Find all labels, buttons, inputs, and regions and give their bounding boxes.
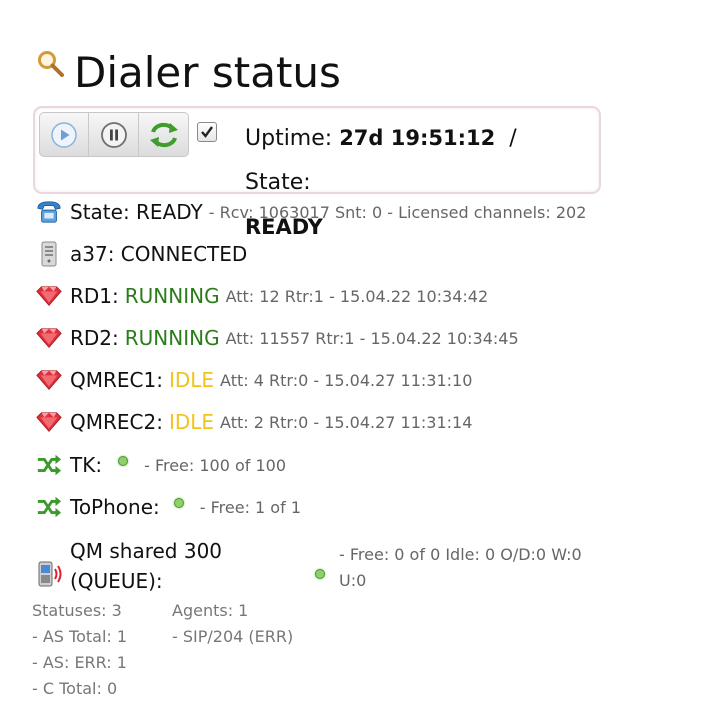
telephone-icon bbox=[37, 201, 61, 223]
uptime-value: 27d 19:51:12 bbox=[339, 126, 496, 150]
pause-button[interactable] bbox=[89, 112, 139, 157]
status-row-rd2: RD2: RUNNING Att: 11557 Rtr:1 - 15.04.22… bbox=[36, 325, 519, 351]
status-row-qmrec2: QMREC2: IDLE Att: 2 Rtr:0 - 15.04.27 11:… bbox=[36, 409, 472, 435]
rd2-status: RUNNING bbox=[124, 326, 220, 350]
ruby-gem-icon bbox=[36, 286, 62, 306]
qmrec1-status: IDLE bbox=[168, 368, 215, 392]
status-row-rd1: RD1: RUNNING Att: 12 Rtr:1 - 15.04.22 10… bbox=[36, 283, 488, 309]
mobile-ringing-icon bbox=[38, 561, 62, 587]
qmrec2-name: QMREC2: bbox=[70, 410, 163, 434]
qmrec1-name: QMREC1: bbox=[70, 368, 163, 392]
tophone-name: ToPhone: bbox=[70, 495, 160, 519]
auto-refresh-checkbox[interactable] bbox=[197, 122, 217, 142]
tk-detail: - Free: 100 of 100 bbox=[144, 455, 287, 475]
page-header: Dialer status bbox=[36, 44, 341, 100]
refresh-button[interactable] bbox=[139, 112, 189, 157]
rd1-status: RUNNING bbox=[124, 284, 220, 308]
page-title: Dialer status bbox=[74, 47, 341, 97]
agents-summary: Agents: 1 - SIP/204 (ERR) bbox=[172, 598, 293, 650]
status-row-a37: a37: CONNECTED bbox=[36, 241, 247, 267]
play-icon bbox=[51, 121, 77, 148]
qmrec2-detail: Att: 2 Rtr:0 - 15.04.27 11:31:14 bbox=[220, 412, 473, 432]
status-row-qmrec1: QMREC1: IDLE Att: 4 Rtr:0 - 15.04.27 11:… bbox=[36, 367, 472, 393]
control-button-group bbox=[39, 112, 189, 157]
ruby-gem-icon bbox=[36, 412, 62, 432]
status-row-state: State: READY - Rcv: 1063017 Snt: 0 - Lic… bbox=[36, 199, 586, 225]
qm-detail-line1: - Free: 0 of 0 Idle: 0 O/D:0 W:0 bbox=[339, 545, 582, 564]
status-row-tk: TK: - Free: 100 of 100 bbox=[36, 452, 286, 478]
rd1-name: RD1: bbox=[70, 284, 119, 308]
rd1-detail: Att: 12 Rtr:1 - 15.04.22 10:34:42 bbox=[225, 286, 489, 306]
state-label: State: bbox=[245, 170, 311, 195]
status-row-tophone: ToPhone: - Free: 1 of 1 bbox=[36, 494, 301, 520]
status-dot-icon bbox=[118, 456, 129, 466]
separator: / bbox=[509, 126, 517, 151]
rd2-name: RD2: bbox=[70, 326, 119, 350]
uptime-label: Uptime: bbox=[245, 126, 333, 151]
qm-detail-line2: U:0 bbox=[339, 571, 367, 590]
rd2-detail: Att: 11557 Rtr:1 - 15.04.22 10:34:45 bbox=[225, 328, 519, 348]
status-panel: Uptime: 27d 19:51:12 / State: READY bbox=[33, 106, 601, 239]
agent-line: - SIP/204 (ERR) bbox=[172, 627, 294, 646]
server-icon bbox=[41, 241, 57, 267]
stat-line: - AS Total: 1 bbox=[32, 627, 128, 646]
qm-name-line2: (QUEUE): bbox=[70, 569, 163, 593]
checkmark-icon bbox=[201, 126, 213, 138]
agent-line: Agents: 1 bbox=[172, 601, 249, 620]
status-row-qm-shared: QM shared 300 (QUEUE): - Free: 0 of 0 Id… bbox=[36, 536, 696, 598]
state-row-label: State: READY bbox=[70, 200, 203, 224]
qmrec1-detail: Att: 4 Rtr:0 - 15.04.27 11:31:10 bbox=[220, 370, 473, 390]
ruby-gem-icon bbox=[36, 370, 62, 390]
stat-line: - AS: ERR: 1 bbox=[32, 653, 127, 672]
tk-name: TK: bbox=[70, 453, 103, 477]
uptime-state-text: Uptime: 27d 19:51:12 / State: READY bbox=[245, 116, 590, 250]
shuffle-icon bbox=[37, 454, 62, 476]
pause-icon bbox=[100, 121, 127, 148]
state-row-detail: - Rcv: 1063017 Snt: 0 - Licensed channel… bbox=[208, 202, 587, 222]
magnifier-icon bbox=[38, 51, 64, 77]
qmrec2-status: IDLE bbox=[168, 410, 215, 434]
status-dot-icon bbox=[173, 498, 184, 508]
shuffle-icon bbox=[37, 496, 62, 518]
a37-row-label: a37: CONNECTED bbox=[70, 242, 248, 266]
status-dot-icon bbox=[315, 569, 325, 579]
refresh-icon bbox=[149, 122, 178, 147]
stat-line: - C Total: 0 bbox=[32, 679, 118, 698]
tophone-detail: - Free: 1 of 1 bbox=[199, 497, 301, 517]
stat-line: Statuses: 3 bbox=[32, 601, 122, 620]
play-button[interactable] bbox=[39, 112, 89, 157]
statuses-summary: Statuses: 3 - AS Total: 1 - AS: ERR: 1 -… bbox=[32, 598, 127, 702]
qm-name-line1: QM shared 300 bbox=[70, 539, 223, 563]
ruby-gem-icon bbox=[36, 328, 62, 348]
